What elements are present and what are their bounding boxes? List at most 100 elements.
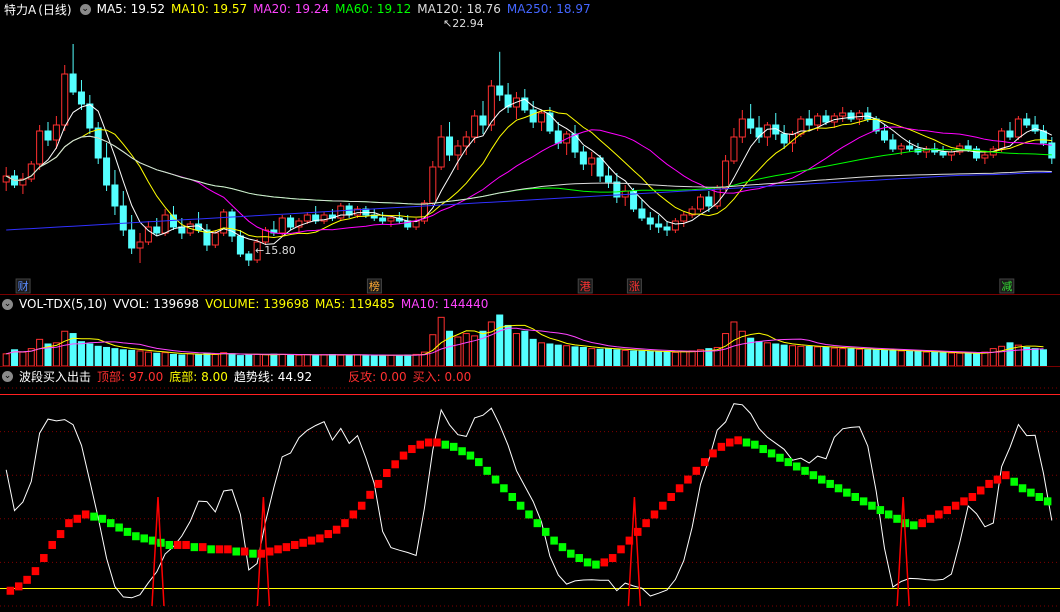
- candle-body: [1014, 118, 1022, 138]
- volume-bar: [956, 352, 964, 367]
- trend-block: [1027, 488, 1035, 497]
- candle-body: [136, 241, 144, 249]
- volume-indicator-name[interactable]: VOL-TDX(5,10): [19, 297, 107, 311]
- volume-bar: [228, 353, 236, 367]
- trend-block: [675, 484, 684, 493]
- trend-block: [667, 493, 675, 501]
- event-mark-label: 涨: [629, 280, 640, 293]
- candle-body: [822, 115, 830, 123]
- volume-bar: [178, 354, 186, 367]
- volume-bar: [496, 314, 504, 367]
- trend-block: [1010, 477, 1018, 486]
- trend-block: [851, 493, 860, 501]
- buy-legend: 买入: 0.00: [412, 369, 472, 384]
- low-price-marker: ←15.80: [255, 244, 296, 257]
- trend-block: [508, 493, 517, 501]
- candle-body: [579, 151, 587, 165]
- volume-bar: [504, 324, 512, 367]
- trend-block: [123, 527, 132, 536]
- candle-body: [554, 130, 562, 144]
- volume-bar: [981, 351, 989, 367]
- trend-block: [558, 543, 567, 552]
- chevron-down-icon[interactable]: ⌄: [79, 3, 91, 15]
- trend-block: [115, 523, 123, 532]
- trend-block: [876, 506, 885, 515]
- candle-body: [780, 133, 788, 144]
- trend-block: [859, 497, 868, 506]
- trend-block: [976, 486, 985, 495]
- volume-bar: [404, 354, 412, 367]
- volume-bar: [337, 354, 345, 367]
- candle-body: [529, 109, 537, 123]
- trend-block: [692, 466, 701, 475]
- volume-bar: [571, 346, 579, 367]
- candle-body: [211, 232, 219, 246]
- candle-body: [454, 145, 462, 156]
- volume-bar: [253, 353, 261, 367]
- indicator-name[interactable]: 波段买入出击: [19, 368, 91, 385]
- trend-block: [700, 458, 709, 467]
- candle-body: [964, 145, 972, 150]
- volume-bar: [755, 341, 763, 367]
- volume-bar: [914, 351, 922, 367]
- trend-block: [165, 540, 174, 549]
- volume-bar: [169, 353, 177, 367]
- trend-block: [1035, 493, 1044, 501]
- trend-block: [383, 469, 391, 478]
- bottom-legend: 底部: 8.00: [169, 369, 228, 384]
- volume-bar: [588, 348, 596, 367]
- indicator-plot: [0, 394, 1060, 607]
- trend-block: [98, 514, 107, 523]
- candle-body: [696, 196, 704, 210]
- candle-body: [596, 157, 604, 177]
- volume-bar: [119, 349, 127, 367]
- trend-block: [541, 527, 550, 536]
- trend-block: [525, 510, 533, 519]
- candle-body: [805, 118, 813, 126]
- stock-name[interactable]: 特力A: [4, 1, 36, 18]
- trend-block: [600, 558, 609, 567]
- volume-bar: [889, 350, 897, 367]
- ma120-legend: MA120: 18.76: [417, 2, 501, 16]
- trend-block: [140, 534, 148, 543]
- volume-bar: [512, 333, 520, 367]
- trend-block: [341, 519, 349, 528]
- trend-block: [516, 501, 525, 510]
- event-mark-label: 减: [1001, 280, 1012, 293]
- trend-block: [993, 475, 1002, 484]
- volume-bar: [161, 352, 169, 367]
- trend-block: [332, 525, 341, 534]
- volume-bar: [303, 354, 311, 367]
- volume-bar: [1014, 344, 1022, 367]
- volume-bar: [872, 349, 880, 367]
- trend-block: [818, 475, 826, 484]
- volume-bar: [287, 354, 295, 367]
- trend-block: [759, 445, 767, 454]
- volume-bar: [454, 336, 462, 367]
- top-legend: 顶部: 97.00: [97, 369, 164, 384]
- chevron-down-icon[interactable]: ⌄: [2, 370, 13, 382]
- price-header: 特力A (日线) ⌄ MA5: 19.52 MA10: 19.57 MA20: …: [0, 0, 1060, 18]
- signal-spike: [896, 496, 910, 607]
- ma10-legend: MA10: 19.57: [171, 2, 248, 16]
- candle-body: [722, 160, 730, 189]
- candle-body: [847, 112, 855, 120]
- chevron-down-icon[interactable]: ⌄: [2, 298, 13, 310]
- trend-block: [550, 536, 558, 545]
- volume-bar: [270, 353, 278, 367]
- trend-block: [249, 549, 257, 558]
- volume-bar: [855, 348, 863, 367]
- volume-bar: [395, 354, 403, 367]
- volume-bar: [931, 351, 939, 367]
- candle-body: [103, 157, 111, 186]
- trend-block: [240, 547, 249, 556]
- candle-body: [881, 130, 889, 141]
- volume-bar: [1023, 346, 1031, 367]
- volume-bar: [1039, 349, 1047, 367]
- volume-bar: [362, 354, 370, 367]
- period-label[interactable]: (日线): [38, 1, 71, 18]
- candle-body: [111, 184, 119, 207]
- candle-body: [471, 115, 479, 138]
- volume-bar: [998, 345, 1006, 367]
- vvol-legend: VVOL: 139698: [113, 297, 200, 311]
